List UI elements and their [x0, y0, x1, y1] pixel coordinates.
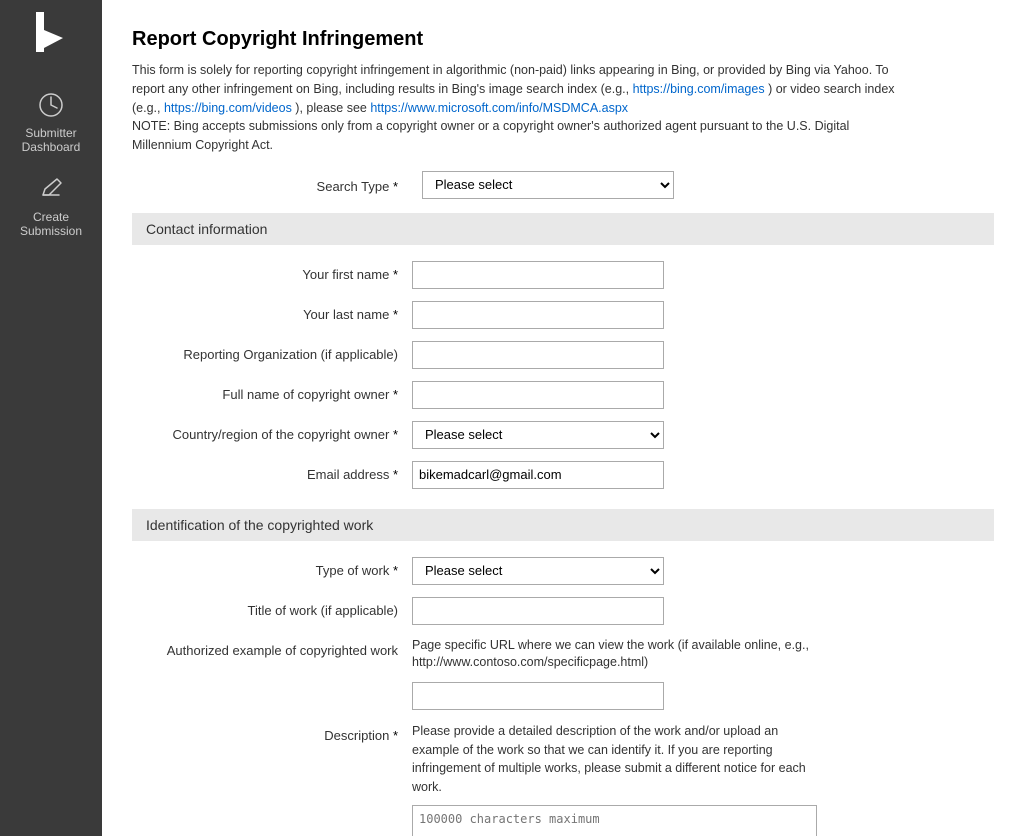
sidebar-item-create-submission[interactable]: Create Submission — [0, 164, 102, 248]
form-row-authorized-example: Authorized example of copyrighted work P… — [132, 631, 994, 716]
work-type-field: Please select — [412, 557, 912, 585]
contact-section-body: Your first name * Your last name * Repor… — [132, 255, 994, 495]
search-type-label: Search Type * — [132, 173, 412, 196]
email-label: Email address * — [132, 461, 412, 484]
country-field: Please select — [412, 421, 912, 449]
last-name-input[interactable] — [412, 301, 664, 329]
work-type-label: Type of work * — [132, 557, 412, 580]
description-field: Please provide a detailed description of… — [412, 722, 912, 836]
email-input[interactable] — [412, 461, 664, 489]
country-select[interactable]: Please select — [412, 421, 664, 449]
search-type-select[interactable]: Please select — [422, 171, 674, 199]
form-row-last-name: Your last name * — [132, 295, 994, 335]
email-field — [412, 461, 912, 489]
first-name-input[interactable] — [412, 261, 664, 289]
copyright-owner-field — [412, 381, 912, 409]
intro-text: This form is solely for reporting copyri… — [132, 61, 912, 155]
sidebar-item-submitter-dashboard[interactable]: Submitter Dashboard — [0, 80, 102, 164]
work-section-body: Type of work * Please select Title of wo… — [132, 551, 994, 836]
msdmca-link[interactable]: https://www.microsoft.com/info/MSDMCA.as… — [370, 101, 628, 115]
org-field — [412, 341, 912, 369]
contact-section-header: Contact information — [132, 213, 994, 245]
authorized-example-label: Authorized example of copyrighted work — [132, 637, 412, 660]
page-title: Report Copyright Infringement — [132, 28, 994, 51]
authorized-url-input[interactable] — [412, 682, 664, 710]
copyright-owner-input[interactable] — [412, 381, 664, 409]
form-row-work-title: Title of work (if applicable) — [132, 591, 994, 631]
sidebar: Submitter Dashboard Create Submission — [0, 0, 102, 836]
country-label: Country/region of the copyright owner * — [132, 421, 412, 444]
main-content: Report Copyright Infringement This form … — [102, 0, 1024, 836]
images-link[interactable]: https://bing.com/images — [633, 82, 765, 96]
description-hint: Please provide a detailed description of… — [412, 722, 817, 797]
search-type-row: Search Type * Please select — [132, 171, 994, 199]
last-name-label: Your last name * — [132, 301, 412, 324]
sidebar-item-label-dashboard: Submitter Dashboard — [8, 126, 94, 154]
videos-link[interactable]: https://bing.com/videos — [164, 101, 292, 115]
form-row-email: Email address * — [132, 455, 994, 495]
org-label: Reporting Organization (if applicable) — [132, 341, 412, 364]
bing-logo — [26, 10, 76, 60]
work-section-header: Identification of the copyrighted work — [132, 509, 994, 541]
sidebar-item-label-create-submission: Create Submission — [8, 210, 94, 238]
org-input[interactable] — [412, 341, 664, 369]
work-type-select[interactable]: Please select — [412, 557, 664, 585]
work-title-input[interactable] — [412, 597, 664, 625]
last-name-field — [412, 301, 912, 329]
description-label: Description * — [132, 722, 412, 745]
form-row-description: Description * Please provide a detailed … — [132, 716, 994, 836]
form-row-org: Reporting Organization (if applicable) — [132, 335, 994, 375]
form-row-first-name: Your first name * — [132, 255, 994, 295]
authorized-hint: Page specific URL where we can view the … — [412, 637, 912, 672]
search-type-field: Please select — [422, 171, 922, 199]
form-row-work-type: Type of work * Please select — [132, 551, 994, 591]
first-name-label: Your first name * — [132, 261, 412, 284]
copyright-owner-label: Full name of copyright owner * — [132, 381, 412, 404]
first-name-field — [412, 261, 912, 289]
work-title-label: Title of work (if applicable) — [132, 597, 412, 620]
work-title-field — [412, 597, 912, 625]
edit-icon — [36, 174, 66, 204]
form-row-country: Country/region of the copyright owner * … — [132, 415, 994, 455]
dashboard-icon — [36, 90, 66, 120]
form-row-copyright-owner: Full name of copyright owner * — [132, 375, 994, 415]
description-textarea[interactable] — [412, 805, 817, 836]
authorized-example-field: Page specific URL where we can view the … — [412, 637, 912, 710]
